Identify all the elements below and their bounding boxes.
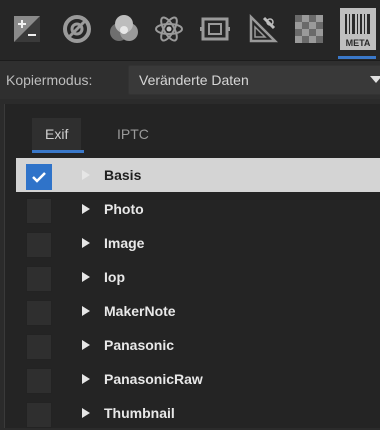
item-checkbox[interactable]	[26, 402, 52, 428]
meta-label: META	[346, 38, 371, 48]
item-checkbox[interactable]	[26, 266, 52, 292]
lens-correction-icon[interactable]	[60, 12, 94, 46]
list-item[interactable]: Basis	[16, 158, 380, 192]
item-checkbox[interactable]	[26, 368, 52, 394]
camera-frame-icon[interactable]	[198, 12, 232, 46]
list-item[interactable]: Panasonic	[16, 328, 380, 362]
active-tool-indicator	[338, 56, 376, 59]
item-label: Thumbnail	[104, 405, 175, 421]
item-checkbox[interactable]	[26, 198, 52, 224]
triangle-ruler-icon[interactable]	[246, 12, 280, 46]
item-label: Image	[104, 235, 145, 251]
list-item[interactable]: MakerNote	[16, 294, 380, 328]
item-checkbox[interactable]	[26, 232, 52, 258]
expand-arrow-icon[interactable]	[80, 372, 92, 386]
checkerboard-icon[interactable]	[292, 12, 326, 46]
checkmark-icon	[32, 172, 46, 183]
item-checkbox[interactable]	[26, 300, 52, 326]
active-tab-indicator	[32, 150, 84, 153]
item-label: Basis	[104, 167, 142, 183]
tab-iptc-label: IPTC	[117, 126, 149, 142]
item-label: Iop	[104, 269, 125, 285]
list-item[interactable]: Thumbnail	[16, 396, 380, 430]
expand-arrow-icon[interactable]	[80, 270, 92, 284]
atom-icon[interactable]	[152, 12, 186, 46]
meta-barcode-icon[interactable]: META	[340, 8, 376, 50]
item-label: Photo	[104, 201, 144, 217]
expand-arrow-icon[interactable]	[80, 168, 92, 182]
chevron-down-icon	[370, 76, 380, 83]
list-item[interactable]: Iop	[16, 260, 380, 294]
copy-mode-value: Veränderte Daten	[139, 72, 249, 88]
panel-border	[4, 104, 5, 428]
expand-arrow-icon[interactable]	[80, 202, 92, 216]
expand-arrow-icon[interactable]	[80, 338, 92, 352]
tool-panel-toolbar: META	[0, 0, 380, 60]
item-checkbox[interactable]	[26, 334, 52, 360]
exposure-plus-minus-icon[interactable]	[10, 12, 44, 46]
tab-exif-label: Exif	[45, 126, 69, 142]
item-label: PanasonicRaw	[104, 371, 203, 387]
tab-exif[interactable]: Exif	[32, 118, 82, 150]
list-item[interactable]: Image	[16, 226, 380, 260]
item-label: Panasonic	[104, 337, 175, 353]
color-circles-icon[interactable]	[107, 12, 141, 46]
expand-arrow-icon[interactable]	[80, 236, 92, 250]
copy-mode-row: Kopiermodus: Veränderte Daten	[0, 61, 380, 99]
list-item[interactable]: Photo	[16, 192, 380, 226]
item-label: MakerNote	[104, 303, 176, 319]
expand-arrow-icon[interactable]	[80, 406, 92, 420]
list-item[interactable]: PanasonicRaw	[16, 362, 380, 396]
item-checkbox[interactable]	[26, 164, 52, 190]
copy-mode-select[interactable]: Veränderte Daten	[128, 65, 380, 95]
tab-iptc[interactable]: IPTC	[104, 118, 162, 150]
copy-mode-label: Kopiermodus:	[6, 72, 93, 88]
expand-arrow-icon[interactable]	[80, 304, 92, 318]
